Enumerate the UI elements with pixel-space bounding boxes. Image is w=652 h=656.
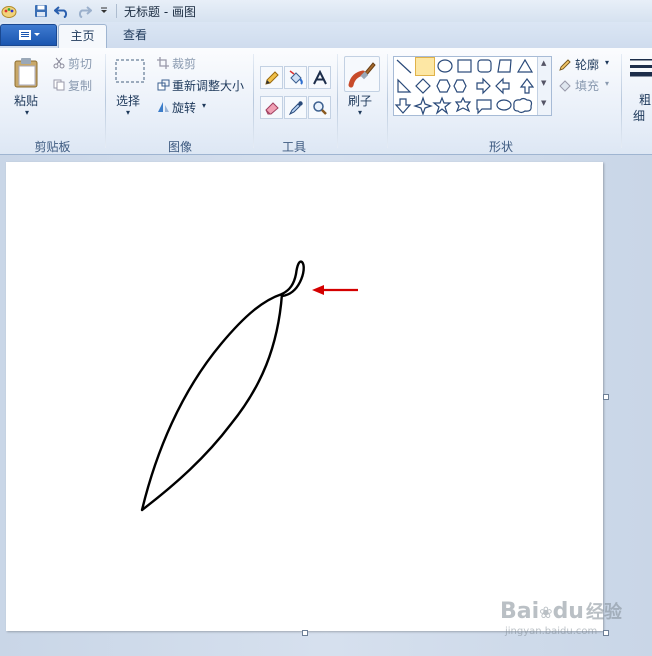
shape-triangle[interactable] [516, 57, 534, 75]
resize-icon [156, 78, 170, 92]
crop-button[interactable]: 裁剪 [172, 55, 196, 72]
size-label-top[interactable]: 粗 [639, 91, 651, 108]
redo-icon[interactable] [76, 3, 92, 19]
size-icon[interactable] [629, 56, 652, 84]
copy-button[interactable]: 复制 [68, 77, 92, 94]
text-a-icon [312, 69, 327, 84]
brushes-dropdown-arrow-icon[interactable]: ▾ [358, 108, 362, 117]
brushes-button[interactable]: 刷子 [348, 92, 372, 109]
shape-line[interactable] [395, 57, 413, 75]
select-button[interactable]: 选择 [116, 92, 140, 109]
watermark-brand: Bai❀du 经验 [500, 599, 622, 624]
shapes-gallery: ▲ ▼ ▼ [393, 56, 552, 116]
shapes-group-label: 形状 [488, 140, 513, 154]
text-tool[interactable] [308, 66, 331, 89]
rotate-dropdown-arrow-icon[interactable]: ▾ [202, 101, 206, 110]
canvas-resize-handle-corner[interactable] [603, 630, 609, 636]
shape-curve[interactable] [415, 57, 435, 76]
file-menu-button[interactable] [0, 24, 57, 46]
copy-icon [52, 78, 66, 92]
gallery-expand-icon[interactable]: ▼ [541, 99, 546, 107]
magnifier-icon [312, 100, 327, 115]
outline-icon [557, 57, 572, 72]
select-icon[interactable] [114, 58, 146, 84]
resize-button[interactable]: 重新调整大小 [172, 77, 244, 94]
file-menu-icon [18, 30, 40, 40]
canvas-resize-handle-right[interactable] [603, 394, 609, 400]
eraser-icon [264, 101, 279, 114]
shape-oval[interactable] [436, 57, 454, 75]
scissors-icon [52, 56, 66, 70]
paint-app-icon[interactable] [1, 3, 17, 19]
tools-group-label: 工具 [281, 140, 306, 154]
outline-button[interactable]: 轮廓 [575, 56, 599, 73]
shape-rectangle[interactable] [456, 57, 474, 75]
shape-polygon[interactable] [496, 57, 514, 75]
size-label-bottom[interactable]: 细 [633, 107, 645, 124]
crop-icon [156, 56, 170, 70]
clipboard-group-label: 剪贴板 [34, 140, 71, 154]
title-bar: 无标题 - 画图 [0, 0, 652, 23]
paste-icon[interactable] [12, 56, 42, 90]
shape-rounded-rectangle[interactable] [476, 57, 494, 75]
brushes-icon[interactable] [344, 56, 380, 92]
image-group-label: 图像 [167, 140, 192, 154]
save-icon[interactable] [33, 3, 49, 19]
cut-button[interactable]: 剪切 [68, 55, 92, 72]
watermark-url: jingyan.baidu.com [505, 626, 598, 637]
eyedropper-icon [288, 100, 303, 115]
tab-view[interactable]: 查看 [112, 24, 158, 48]
select-dropdown-arrow-icon[interactable]: ▾ [126, 108, 130, 117]
gallery-down-arrow-icon[interactable]: ▼ [541, 79, 546, 87]
rotate-button[interactable]: 旋转 [172, 99, 196, 116]
shapes-gallery-scroll[interactable]: ▲ ▼ ▼ [537, 57, 551, 115]
paste-button[interactable]: 粘贴 [14, 92, 38, 109]
canvas-resize-handle-bottom[interactable] [302, 630, 308, 636]
eraser-tool[interactable] [260, 96, 283, 119]
customize-toolbar-chevron-icon[interactable] [96, 3, 112, 19]
color-picker-tool[interactable] [284, 96, 307, 119]
ribbon: 粘贴 ▾ 剪切 复制 剪贴板 选择 ▾ 裁剪 重新调整大小 旋转 ▾ 图像 工具… [0, 48, 652, 155]
undo-icon[interactable] [54, 3, 70, 19]
window-title: 无标题 - 画图 [124, 5, 196, 19]
fill-tool[interactable] [284, 66, 307, 89]
pencil-icon [264, 70, 279, 85]
fill-shape-button[interactable]: 填充 [575, 77, 599, 94]
gallery-up-arrow-icon[interactable]: ▲ [541, 59, 546, 67]
outline-dropdown-arrow-icon[interactable]: ▾ [605, 58, 609, 67]
pencil-tool[interactable] [260, 66, 283, 89]
paint-bucket-icon [289, 69, 303, 85]
tab-home[interactable]: 主页 [58, 24, 107, 49]
watermark-paw-icon: ❀ [539, 603, 553, 622]
paste-dropdown-arrow-icon[interactable]: ▾ [25, 108, 29, 117]
drawing-canvas[interactable] [6, 162, 603, 631]
magnifier-tool[interactable] [308, 96, 331, 119]
fill-dropdown-arrow-icon[interactable]: ▾ [605, 79, 609, 88]
rotate-icon [156, 99, 170, 113]
fill-shape-icon [557, 78, 572, 93]
leaf-drawing [140, 260, 358, 512]
